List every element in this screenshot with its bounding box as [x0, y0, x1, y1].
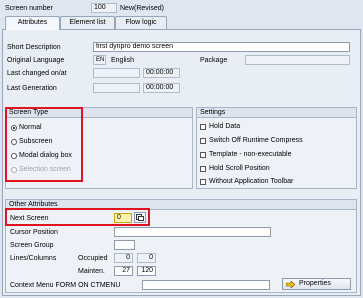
last-changed-date: [93, 68, 140, 78]
tab-flow-logic[interactable]: Flow logic: [115, 16, 167, 29]
screen-group-label: Screen Group: [10, 242, 54, 249]
properties-label: Properties: [299, 280, 331, 287]
language-name: English: [111, 57, 134, 64]
original-language-label: Original Language: [7, 57, 65, 64]
package-label: Package: [200, 57, 228, 64]
context-menu-input[interactable]: [142, 280, 270, 290]
mainten-columns-input[interactable]: 120: [137, 266, 156, 276]
package-field: [245, 55, 350, 65]
checkbox-without-toolbar[interactable]: [200, 179, 206, 185]
settings-title: Settings: [197, 108, 356, 118]
screen-status: New(Revised): [120, 5, 164, 12]
context-menu-label: Context Menu FORM ON CTMENU: [10, 282, 121, 289]
screen-number-label: Screen number: [5, 5, 53, 12]
occupied-lines: 0: [114, 253, 133, 263]
occupied-label: Occupied: [78, 255, 108, 262]
last-generation-label: Last Generation: [7, 85, 57, 92]
checkbox-runtime-compress[interactable]: [200, 138, 206, 144]
cursor-position-input[interactable]: [114, 227, 271, 237]
last-generation-time: 00:00:00: [143, 83, 180, 93]
hold-scroll-label: Hold Scroll Position: [209, 165, 270, 172]
runtime-compress-label: Switch Off Runtime Compress: [209, 137, 303, 144]
mainten-lines-input[interactable]: 27: [114, 266, 133, 276]
last-generation-date: [93, 83, 140, 93]
screen-group-input[interactable]: [114, 240, 135, 250]
last-changed-label: Last changed on/at: [7, 70, 67, 77]
cursor-position-label: Cursor Position: [10, 229, 58, 236]
short-description-input[interactable]: first dynpro demo screen: [93, 42, 350, 52]
hold-data-label: Hold Data: [209, 123, 241, 130]
tab-attributes[interactable]: Attributes: [5, 16, 60, 30]
screen-type-highlight: [5, 107, 83, 182]
template-label: Template - non-executable: [209, 151, 292, 158]
checkbox-template[interactable]: [200, 152, 206, 158]
lines-columns-label: Lines/Columns: [10, 255, 57, 262]
mainten-label: Mainten.: [78, 268, 105, 275]
properties-button[interactable]: Properties: [282, 278, 351, 290]
checkbox-hold-scroll[interactable]: [200, 166, 206, 172]
last-changed-time: 00:00:00: [143, 68, 180, 78]
next-screen-highlight: [5, 208, 150, 226]
checkbox-hold-data[interactable]: [200, 124, 206, 130]
without-toolbar-label: Without Application Toolbar: [209, 178, 294, 185]
screen-number-field: 100: [91, 3, 117, 13]
occupied-columns: 0: [137, 253, 156, 263]
language-code-field: EN: [93, 55, 106, 65]
short-description-label: Short Description: [7, 44, 61, 51]
tab-element-list[interactable]: Element list: [60, 16, 115, 29]
arrow-right-icon: [285, 280, 296, 289]
